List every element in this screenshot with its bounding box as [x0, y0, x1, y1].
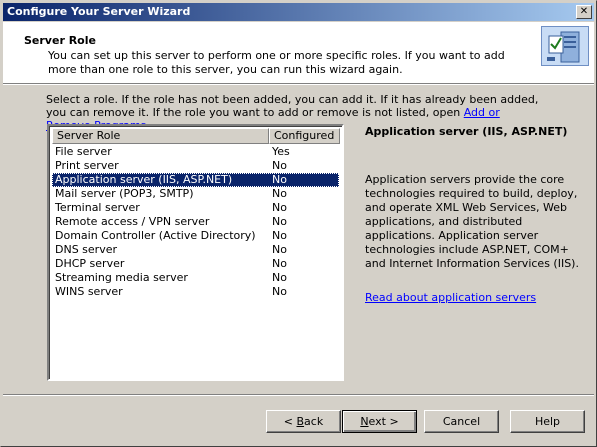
help-button[interactable]: Help: [510, 410, 585, 433]
role-configured-status: No: [272, 187, 287, 200]
table-row[interactable]: Mail server (POP3, SMTP) No: [52, 187, 339, 201]
title-bar[interactable]: Configure Your Server Wizard ✕: [3, 3, 594, 21]
role-configured-status: Yes: [272, 145, 290, 158]
role-name: WINS server: [55, 285, 123, 298]
back-button[interactable]: < Back: [266, 410, 341, 433]
role-configured-status: No: [272, 257, 287, 270]
window-title: Configure Your Server Wizard: [7, 5, 191, 18]
page-description: You can set up this server to perform on…: [48, 49, 505, 76]
list-header: Server Role Configured: [52, 128, 340, 144]
role-name: Streaming media server: [55, 271, 188, 284]
role-name: Domain Controller (Active Directory): [55, 229, 256, 242]
role-name: File server: [55, 145, 112, 158]
role-name: Remote access / VPN server: [55, 215, 210, 228]
next-button[interactable]: Next >: [342, 410, 417, 433]
role-configured-status: No: [272, 173, 287, 186]
table-row[interactable]: DNS server No: [52, 243, 339, 257]
next-label: ext >: [368, 415, 399, 428]
table-row[interactable]: Remote access / VPN server No: [52, 215, 339, 229]
page-title: Server Role: [24, 34, 96, 47]
footer-separator: [3, 394, 594, 396]
role-name: Application server (IIS, ASP.NET): [55, 173, 233, 186]
role-name: Terminal server: [55, 201, 140, 214]
table-row[interactable]: Print server No: [52, 159, 339, 173]
cancel-button[interactable]: Cancel: [424, 410, 499, 433]
server-role-list[interactable]: Server Role Configured File server Yes Pri…: [47, 124, 344, 381]
role-configured-status: No: [272, 215, 287, 228]
table-row[interactable]: Terminal server No: [52, 201, 339, 215]
role-configured-status: No: [272, 201, 287, 214]
role-detail-description: Application servers provide the core tec…: [365, 173, 579, 270]
table-row[interactable]: DHCP server No: [52, 257, 339, 271]
table-row[interactable]: Domain Controller (Active Directory) No: [52, 229, 339, 243]
back-label: ack: [304, 415, 324, 428]
header-separator: [3, 83, 594, 85]
wizard-window: Configure Your Server Wizard ✕ Server Ro…: [0, 0, 597, 447]
table-row[interactable]: Application server (IIS, ASP.NET) No: [52, 173, 339, 187]
next-accelerator: N: [360, 415, 369, 428]
read-about-link[interactable]: Read about application servers: [365, 291, 536, 304]
role-configured-status: No: [272, 285, 287, 298]
close-button[interactable]: ✕: [576, 5, 592, 19]
role-configured-status: No: [272, 271, 287, 284]
column-header-configured[interactable]: Configured: [269, 128, 340, 144]
role-name: DNS server: [55, 243, 117, 256]
role-configured-status: No: [272, 229, 287, 242]
table-row[interactable]: WINS server No: [52, 285, 339, 299]
role-configured-status: No: [272, 243, 287, 256]
back-accelerator: B: [296, 415, 305, 428]
role-configured-status: No: [272, 159, 287, 172]
column-header-server-role[interactable]: Server Role: [52, 128, 269, 144]
back-prefix: <: [283, 415, 297, 428]
wizard-server-icon: [541, 26, 589, 66]
table-row[interactable]: Streaming media server No: [52, 271, 339, 285]
role-detail-title: Application server (IIS, ASP.NET): [365, 125, 568, 138]
role-name: Print server: [55, 159, 119, 172]
table-row[interactable]: File server Yes: [52, 145, 339, 159]
role-name: Mail server (POP3, SMTP): [55, 187, 194, 200]
role-name: DHCP server: [55, 257, 125, 270]
close-icon: ✕: [579, 6, 589, 17]
wizard-header: Server Role You can set up this server t…: [3, 22, 594, 83]
